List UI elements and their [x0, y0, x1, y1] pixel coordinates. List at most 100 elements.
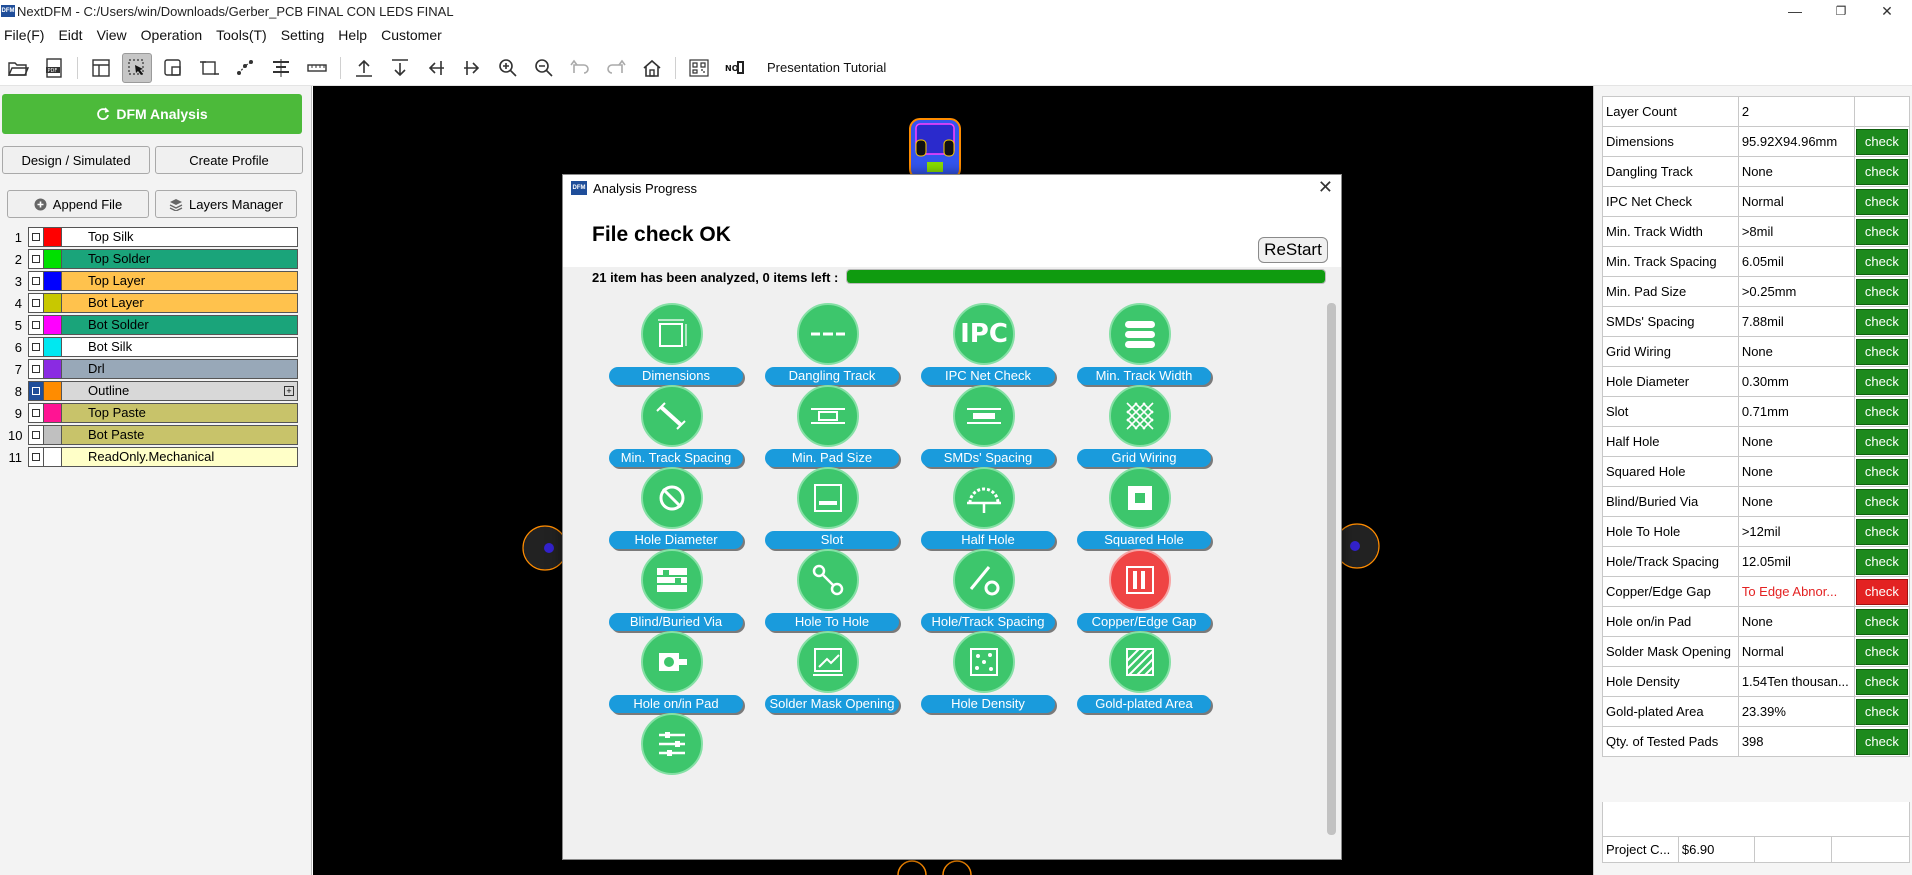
- layer-row[interactable]: 1 Top Silk: [8, 226, 298, 248]
- analysis-item[interactable]: Blind/Buried Via: [603, 549, 743, 639]
- analysis-item[interactable]: Hole To Hole: [759, 549, 899, 639]
- dfm-analysis-button[interactable]: DFM Analysis: [2, 94, 302, 134]
- gold-area-icon[interactable]: [1109, 631, 1171, 693]
- layer-name[interactable]: Top Solder: [62, 249, 298, 269]
- layer-visibility-checkbox[interactable]: [28, 447, 44, 467]
- track-spacing-icon[interactable]: [641, 385, 703, 447]
- analysis-item[interactable]: SMDs' Spacing: [915, 385, 1055, 475]
- analysis-item[interactable]: Grid Wiring: [1071, 385, 1211, 475]
- layer-name[interactable]: Top Silk: [62, 227, 298, 247]
- import-icon[interactable]: [385, 53, 415, 83]
- check-button[interactable]: check: [1855, 188, 1908, 215]
- pdf-icon[interactable]: PDF: [39, 53, 69, 83]
- home-icon[interactable]: [637, 53, 667, 83]
- layer-row[interactable]: 8 Outline +: [8, 380, 298, 402]
- minimize-button[interactable]: —: [1772, 0, 1818, 22]
- network-icon[interactable]: [230, 53, 260, 83]
- analysis-item[interactable]: Min. Track Width: [1071, 303, 1211, 393]
- design-simulated-button[interactable]: Design / Simulated: [2, 146, 150, 174]
- hole-diameter-icon[interactable]: [641, 467, 703, 529]
- layer-name[interactable]: Outline +: [62, 381, 298, 401]
- analysis-item[interactable]: Hole/Track Spacing: [915, 549, 1055, 639]
- maximize-button[interactable]: ❐: [1818, 0, 1864, 22]
- check-button[interactable]: check: [1855, 578, 1908, 605]
- analysis-item[interactable]: Dangling Track: [759, 303, 899, 393]
- layer-visibility-checkbox[interactable]: [28, 227, 44, 247]
- analysis-item[interactable]: Hole Diameter: [603, 467, 743, 557]
- analysis-item[interactable]: [603, 713, 743, 803]
- layer-name[interactable]: Top Paste: [62, 403, 298, 423]
- layer-color-swatch[interactable]: [44, 315, 62, 335]
- layer-row[interactable]: 5 Bot Solder: [8, 314, 298, 336]
- zoom-out-icon[interactable]: [529, 53, 559, 83]
- layer-color-swatch[interactable]: [44, 227, 62, 247]
- check-button[interactable]: check: [1855, 338, 1908, 365]
- layer-row[interactable]: 4 Bot Layer: [8, 292, 298, 314]
- check-button[interactable]: check: [1855, 668, 1908, 695]
- zoom-in-icon[interactable]: [493, 53, 523, 83]
- layer-visibility-checkbox[interactable]: [28, 381, 44, 401]
- export-icon[interactable]: [349, 53, 379, 83]
- dimensions-icon[interactable]: [641, 303, 703, 365]
- hole-in-pad-icon[interactable]: [641, 631, 703, 693]
- layer-name[interactable]: Bot Silk: [62, 337, 298, 357]
- layer-row[interactable]: 11 ReadOnly.Mechanical: [8, 446, 298, 468]
- layer-visibility-checkbox[interactable]: [28, 403, 44, 423]
- align-left-icon[interactable]: [421, 53, 451, 83]
- layer-color-swatch[interactable]: [44, 337, 62, 357]
- squared-hole-icon[interactable]: [1109, 467, 1171, 529]
- layer-color-swatch[interactable]: [44, 447, 62, 467]
- layer-visibility-checkbox[interactable]: [28, 249, 44, 269]
- hole-to-hole-icon[interactable]: [797, 549, 859, 611]
- menu-setting[interactable]: Setting: [277, 27, 335, 43]
- layer-color-swatch[interactable]: [44, 381, 62, 401]
- analysis-item[interactable]: Half Hole: [915, 467, 1055, 557]
- layout-icon[interactable]: [86, 53, 116, 83]
- layer-row[interactable]: 9 Top Paste: [8, 402, 298, 424]
- undo-icon[interactable]: [565, 53, 595, 83]
- open-folder-icon[interactable]: [3, 53, 33, 83]
- layer-row[interactable]: 10 Bot Paste: [8, 424, 298, 446]
- analysis-item[interactable]: Gold-plated Area: [1071, 631, 1211, 721]
- analysis-item[interactable]: Copper/Edge Gap: [1071, 549, 1211, 639]
- layer-row[interactable]: 6 Bot Silk: [8, 336, 298, 358]
- scrollbar-thumb[interactable]: [1327, 303, 1336, 835]
- check-button[interactable]: check: [1855, 248, 1908, 275]
- rotate-icon[interactable]: [194, 53, 224, 83]
- check-button[interactable]: check: [1855, 428, 1908, 455]
- layer-color-swatch[interactable]: [44, 359, 62, 379]
- align-right-icon[interactable]: [457, 53, 487, 83]
- expand-icon[interactable]: +: [284, 386, 294, 396]
- presentation-tutorial-link[interactable]: Presentation Tutorial: [767, 60, 886, 75]
- layers-manager-button[interactable]: Layers Manager: [155, 190, 297, 218]
- check-button[interactable]: check: [1855, 308, 1908, 335]
- analysis-item[interactable]: Min. Track Spacing: [603, 385, 743, 475]
- layer-visibility-checkbox[interactable]: [28, 271, 44, 291]
- close-window-button[interactable]: ✕: [1864, 0, 1910, 22]
- analysis-item[interactable]: Squared Hole: [1071, 467, 1211, 557]
- layer-color-swatch[interactable]: [44, 293, 62, 313]
- menu-view[interactable]: View: [93, 27, 137, 43]
- qr-icon[interactable]: [684, 53, 714, 83]
- zoom-window-icon[interactable]: [158, 53, 188, 83]
- analysis-item[interactable]: Hole on/in Pad: [603, 631, 743, 721]
- layer-visibility-checkbox[interactable]: [28, 359, 44, 379]
- half-hole-icon[interactable]: [953, 467, 1015, 529]
- layer-color-swatch[interactable]: [44, 249, 62, 269]
- analysis-item[interactable]: Hole Density: [915, 631, 1055, 721]
- track-width-icon[interactable]: [1109, 303, 1171, 365]
- pad-size-icon[interactable]: [797, 385, 859, 447]
- dialog-close-button[interactable]: ✕: [1318, 177, 1333, 198]
- check-button[interactable]: check: [1855, 368, 1908, 395]
- layer-name[interactable]: Top Layer: [62, 271, 298, 291]
- layer-name[interactable]: Bot Solder: [62, 315, 298, 335]
- analysis-item[interactable]: IPC IPC Net Check: [915, 303, 1055, 393]
- check-button[interactable]: check: [1855, 488, 1908, 515]
- analysis-item[interactable]: Slot: [759, 467, 899, 557]
- menu-file[interactable]: File(F): [0, 27, 54, 43]
- ipc-icon[interactable]: IPC: [953, 303, 1015, 365]
- layer-name[interactable]: Bot Paste: [62, 425, 298, 445]
- check-button[interactable]: check: [1855, 458, 1908, 485]
- check-button[interactable]: check: [1855, 728, 1908, 755]
- tested-pads-icon[interactable]: [641, 713, 703, 775]
